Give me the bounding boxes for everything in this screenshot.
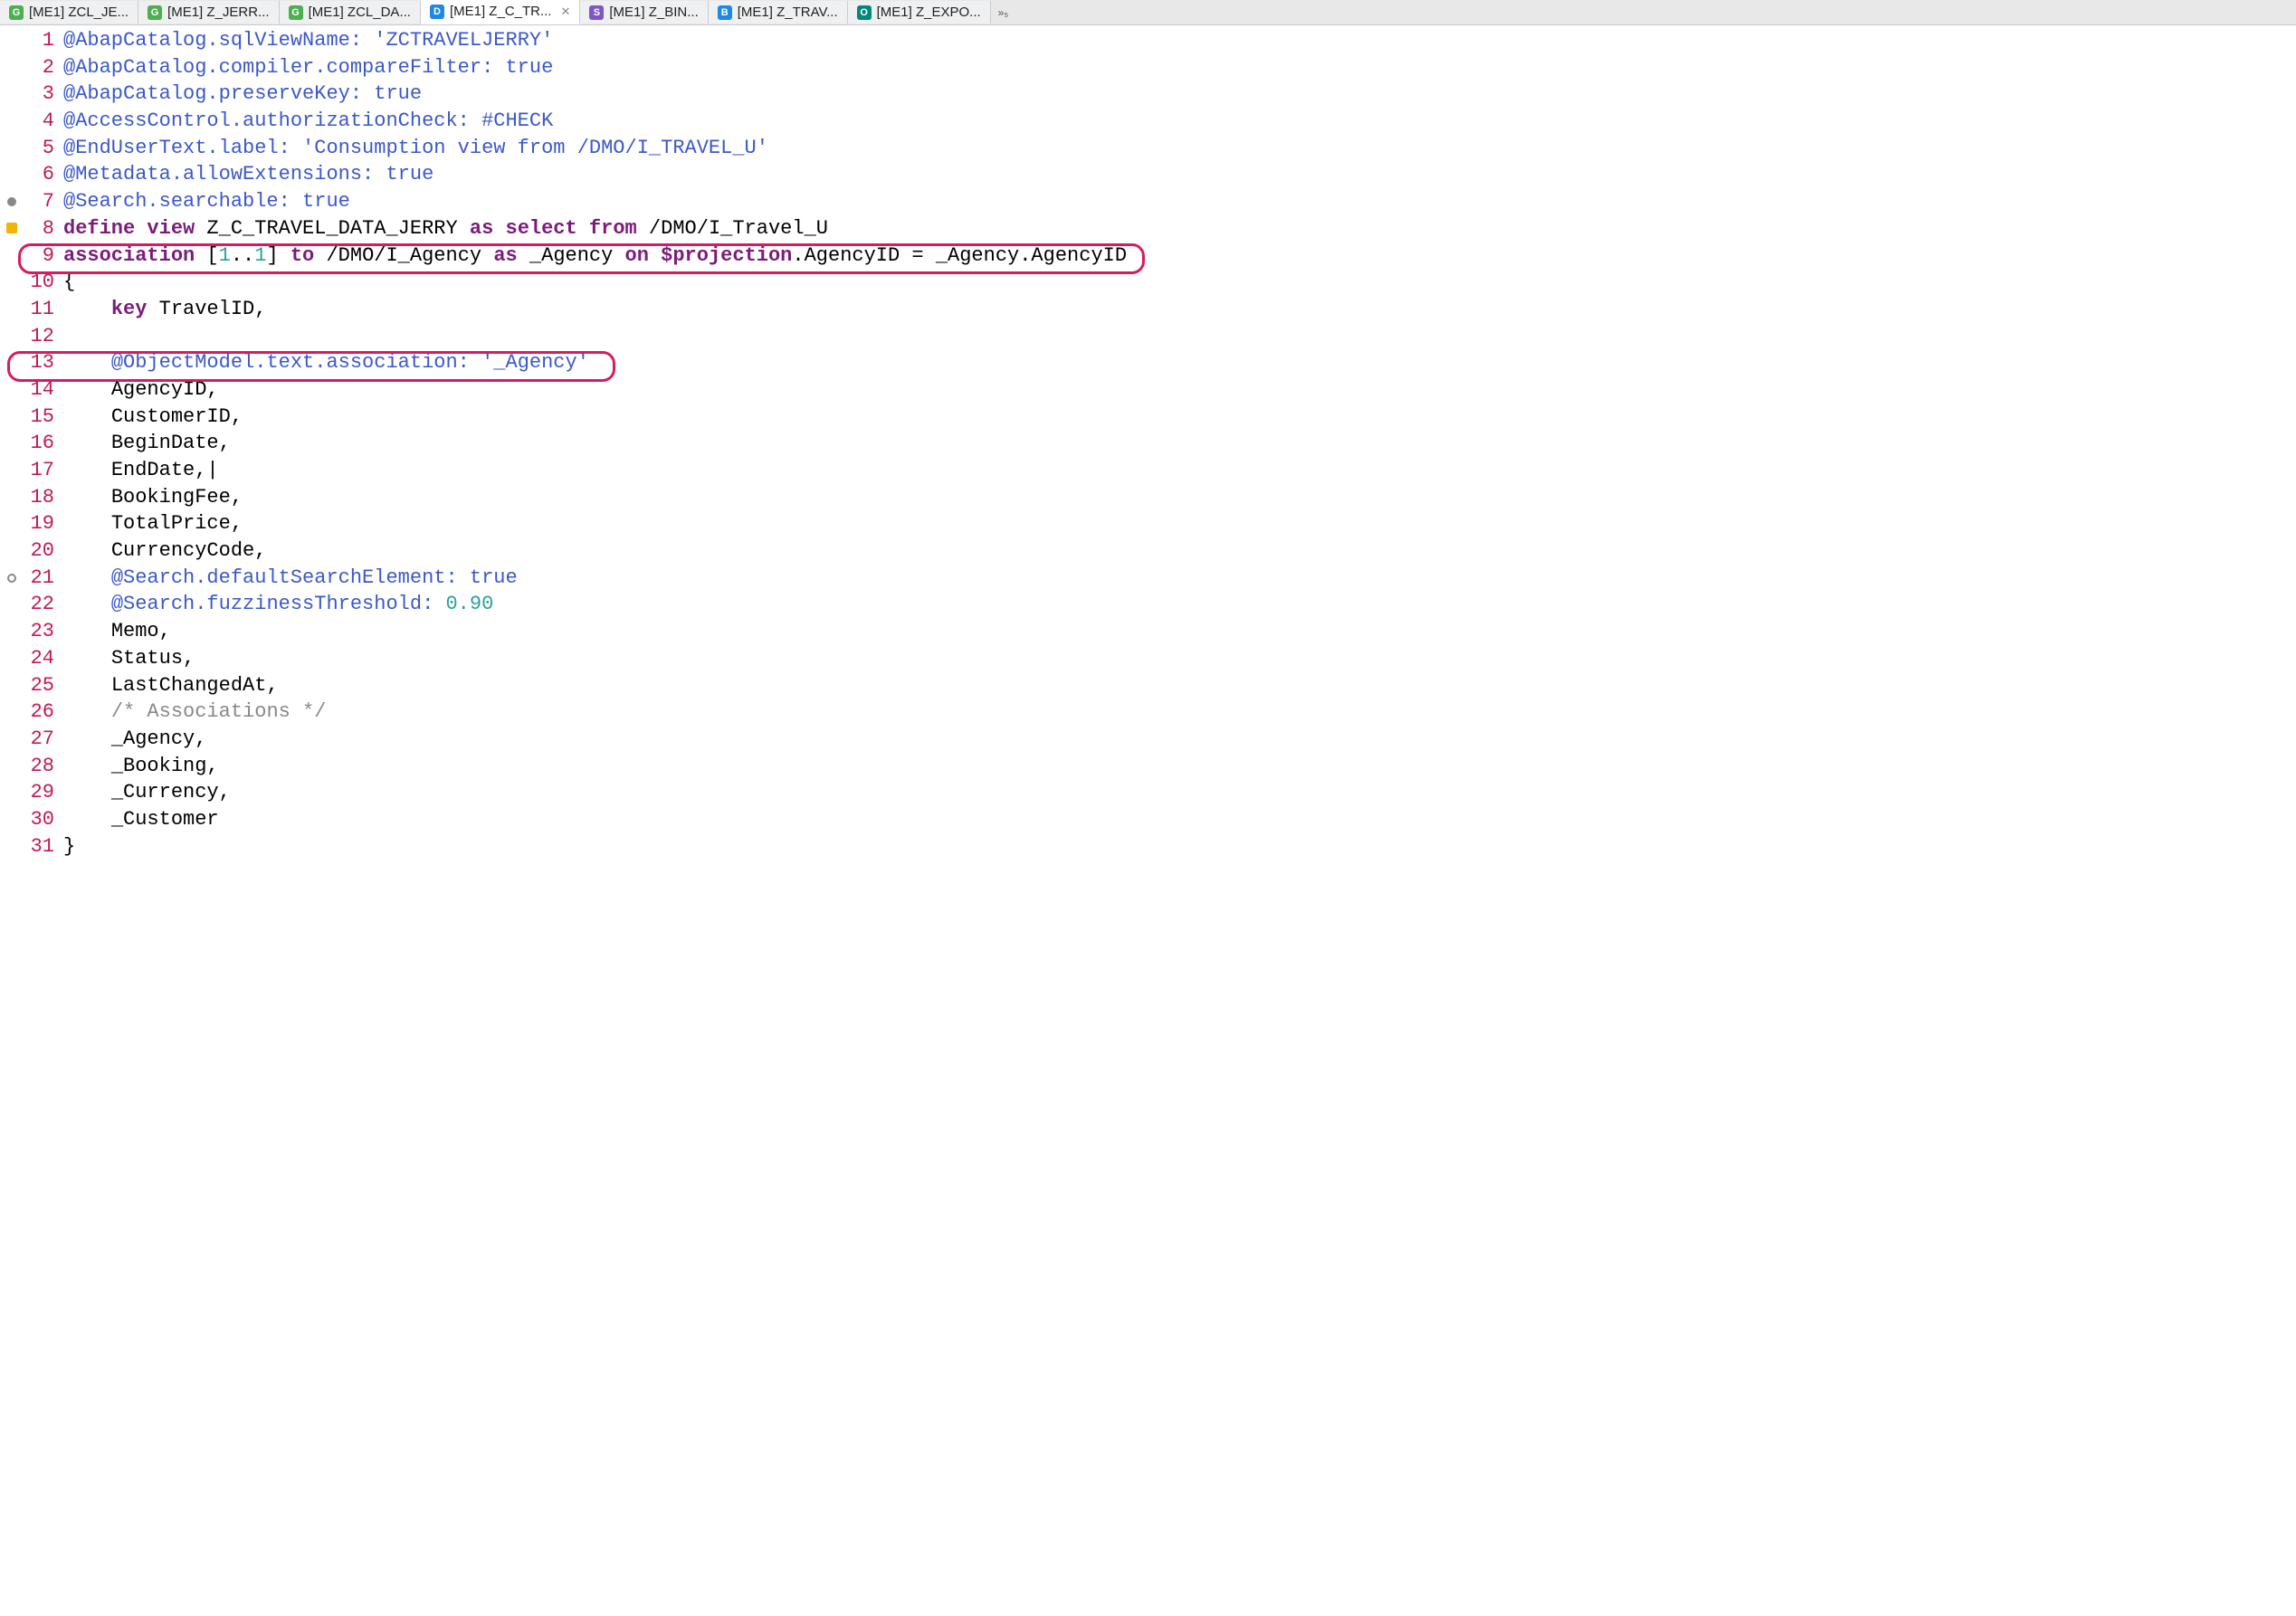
annotation-icon [7,574,16,583]
code-editor[interactable]: 1@AbapCatalog.sqlViewName: 'ZCTRAVELJERR… [0,25,2296,860]
tab-label: [ME1] Z_BIN... [609,5,698,20]
tab-label: [ME1] ZCL_DA... [309,5,411,20]
tab-z-jerr[interactable]: G [ME1] Z_JERR... [138,1,280,24]
line-number: 23 [24,618,63,645]
line-number: 8 [24,215,63,242]
code-line: CurrencyCode, [63,537,2296,565]
line-number: 10 [24,269,63,296]
code-line: @Search.searchable: true [63,188,2296,215]
editor-tab-bar: G [ME1] ZCL_JE... G [ME1] Z_JERR... G [M… [0,0,2296,25]
line-number: 12 [24,323,63,350]
line-number: 16 [24,430,63,457]
line-number: 5 [24,135,63,162]
line-number: 30 [24,806,63,833]
tab-label: [ME1] ZCL_JE... [29,5,129,20]
gutter-marker[interactable] [0,574,24,583]
code-line: key TravelID, [63,296,2296,323]
gutter-marker[interactable] [0,223,24,233]
tab-z-c-tr[interactable]: D [ME1] Z_C_TR... ✕ [421,0,580,24]
close-icon[interactable]: ✕ [557,5,570,19]
line-number: 7 [24,188,63,215]
code-line: { [63,269,2296,296]
code-line: AgencyID, [63,376,2296,404]
tab-label: [ME1] Z_JERR... [167,5,270,20]
line-number: 25 [24,672,63,699]
line-number: 19 [24,510,63,537]
code-line: association [1..1] to /DMO/I_Agency as _… [63,242,2296,270]
line-number: 21 [24,565,63,592]
line-number: 13 [24,349,63,376]
line-number: 1 [24,27,63,54]
code-line: @AbapCatalog.sqlViewName: 'ZCTRAVELJERRY… [63,27,2296,54]
line-number: 28 [24,753,63,780]
odata-icon: O [857,5,872,20]
line-number: 22 [24,591,63,618]
code-line: _Currency, [63,779,2296,806]
line-number: 9 [24,242,63,270]
class-icon: G [148,5,162,20]
gutter-marker[interactable] [0,197,24,206]
tab-zcl-da[interactable]: G [ME1] ZCL_DA... [280,1,421,24]
behavior-icon: B [718,5,732,20]
cds-view-icon: D [430,5,444,19]
code-line: @AccessControl.authorizationCheck: #CHEC… [63,108,2296,135]
tab-z-expo[interactable]: O [ME1] Z_EXPO... [848,1,991,24]
code-line: @Search.fuzzinessThreshold: 0.90 [63,591,2296,618]
line-number: 14 [24,376,63,404]
code-line: Status, [63,645,2296,672]
line-number: 31 [24,833,63,860]
code-line: EndDate,| [63,457,2296,484]
code-line: @EndUserText.label: 'Consumption view fr… [63,135,2296,162]
line-number: 20 [24,537,63,565]
line-number: 18 [24,484,63,511]
tab-label: [ME1] Z_C_TR... [450,4,552,19]
class-icon: G [289,5,303,20]
tab-z-trav[interactable]: B [ME1] Z_TRAV... [709,1,848,24]
code-line: @Search.defaultSearchElement: true [63,565,2296,592]
tab-z-bin[interactable]: S [ME1] Z_BIN... [580,1,708,24]
code-line: LastChangedAt, [63,672,2296,699]
code-line [63,323,2296,350]
line-number: 2 [24,54,63,81]
code-line: _Booking, [63,753,2296,780]
line-number: 6 [24,161,63,188]
code-line: BeginDate, [63,430,2296,457]
class-icon: G [9,5,24,20]
service-icon: S [589,5,604,20]
code-line: define view Z_C_TRAVEL_DATA_JERRY as sel… [63,215,2296,242]
line-number: 15 [24,404,63,431]
code-line: } [63,833,2296,860]
fold-icon [7,197,16,206]
code-line: BookingFee, [63,484,2296,511]
code-line: Memo, [63,618,2296,645]
more-tabs-button[interactable]: »₅ [991,3,1016,23]
line-number: 4 [24,108,63,135]
line-number: 17 [24,457,63,484]
code-line: @AbapCatalog.preserveKey: true [63,81,2296,108]
code-line: _Agency, [63,726,2296,753]
code-line: @AbapCatalog.compiler.compareFilter: tru… [63,54,2296,81]
warning-icon [6,223,17,233]
tab-label: [ME1] Z_EXPO... [877,5,981,20]
line-number: 26 [24,699,63,726]
tab-zcl-je[interactable]: G [ME1] ZCL_JE... [0,1,138,24]
line-number: 27 [24,726,63,753]
code-line: @Metadata.allowExtensions: true [63,161,2296,188]
line-number: 3 [24,81,63,108]
code-line: @ObjectModel.text.association: '_Agency' [63,349,2296,376]
tab-label: [ME1] Z_TRAV... [738,5,838,20]
line-number: 29 [24,779,63,806]
line-number: 24 [24,645,63,672]
code-line: CustomerID, [63,404,2296,431]
code-line: /* Associations */ [63,699,2296,726]
code-line: TotalPrice, [63,510,2296,537]
line-number: 11 [24,296,63,323]
code-line: _Customer [63,806,2296,833]
